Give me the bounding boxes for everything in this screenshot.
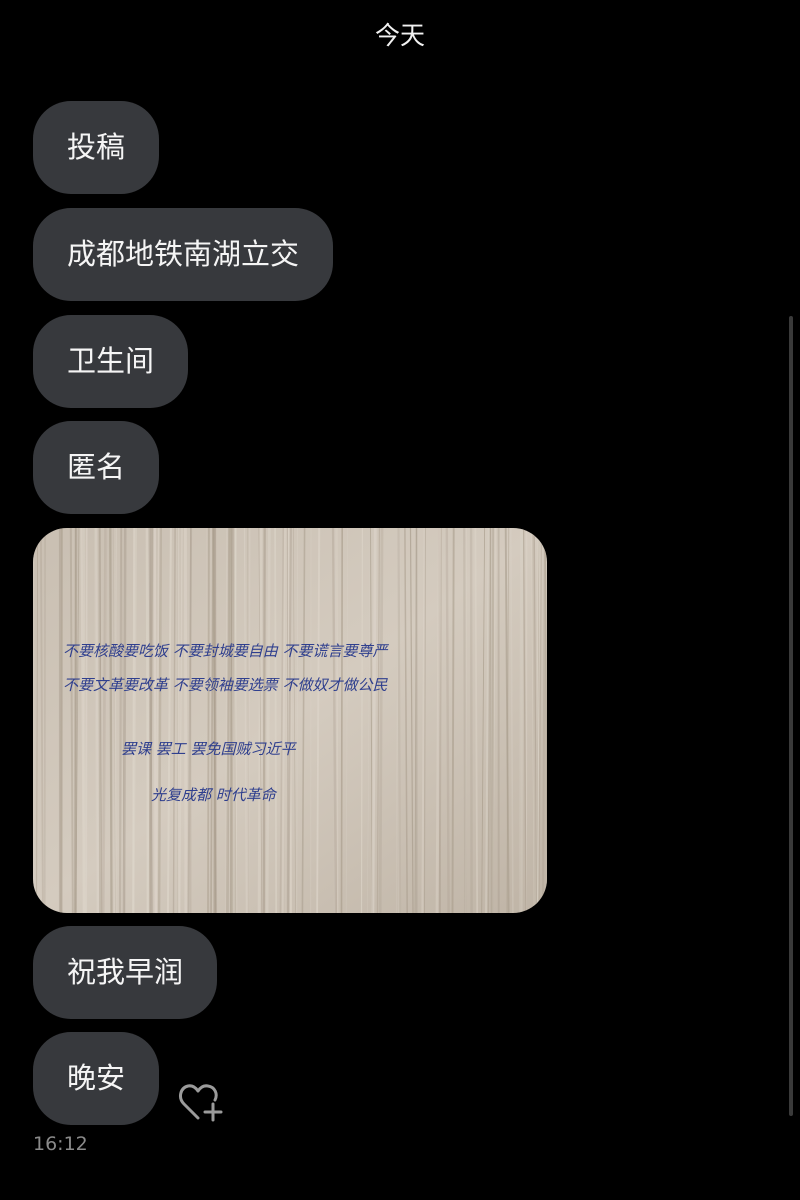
message-bubble[interactable]: 投稿 — [33, 101, 160, 194]
photo-handwriting-line: 不要核酸要吃饭 不要封城要自由 不要谎言要尊严 — [63, 642, 390, 660]
photo-image: 不要核酸要吃饭 不要封城要自由 不要谎言要尊严 不要文革要改革 不要领袖要选票 … — [33, 528, 547, 913]
scrollbar[interactable] — [789, 316, 793, 1116]
message-bubble[interactable]: 匿名 — [33, 421, 160, 514]
photo-handwriting-line: 罢课 罢工 罢免国贼习近平 — [121, 740, 298, 758]
heart-plus-icon[interactable] — [178, 1080, 226, 1124]
message-bubble[interactable]: 成都地铁南湖立交 — [33, 208, 334, 301]
date-separator: 今天 — [374, 21, 425, 50]
message-bubble[interactable]: 卫生间 — [33, 315, 189, 408]
photo-handwriting-line: 不要文革要改革 不要领袖要选票 不做奴才做公民 — [63, 676, 389, 694]
message-bubble[interactable]: 晚安 — [33, 1032, 160, 1125]
chat-screen: 今天 投稿 成都地铁南湖立交 卫生间 匿名 不要核酸要吃饭 不要封城要自由 不要… — [0, 0, 800, 1200]
photo-handwriting-line: 光复成都 时代革命 — [151, 786, 278, 804]
message-timestamp: 16:12 — [33, 1133, 88, 1155]
message-bubble[interactable]: 祝我早润 — [33, 926, 218, 1019]
message-photo[interactable]: 不要核酸要吃饭 不要封城要自由 不要谎言要尊严 不要文革要改革 不要领袖要选票 … — [33, 528, 547, 913]
